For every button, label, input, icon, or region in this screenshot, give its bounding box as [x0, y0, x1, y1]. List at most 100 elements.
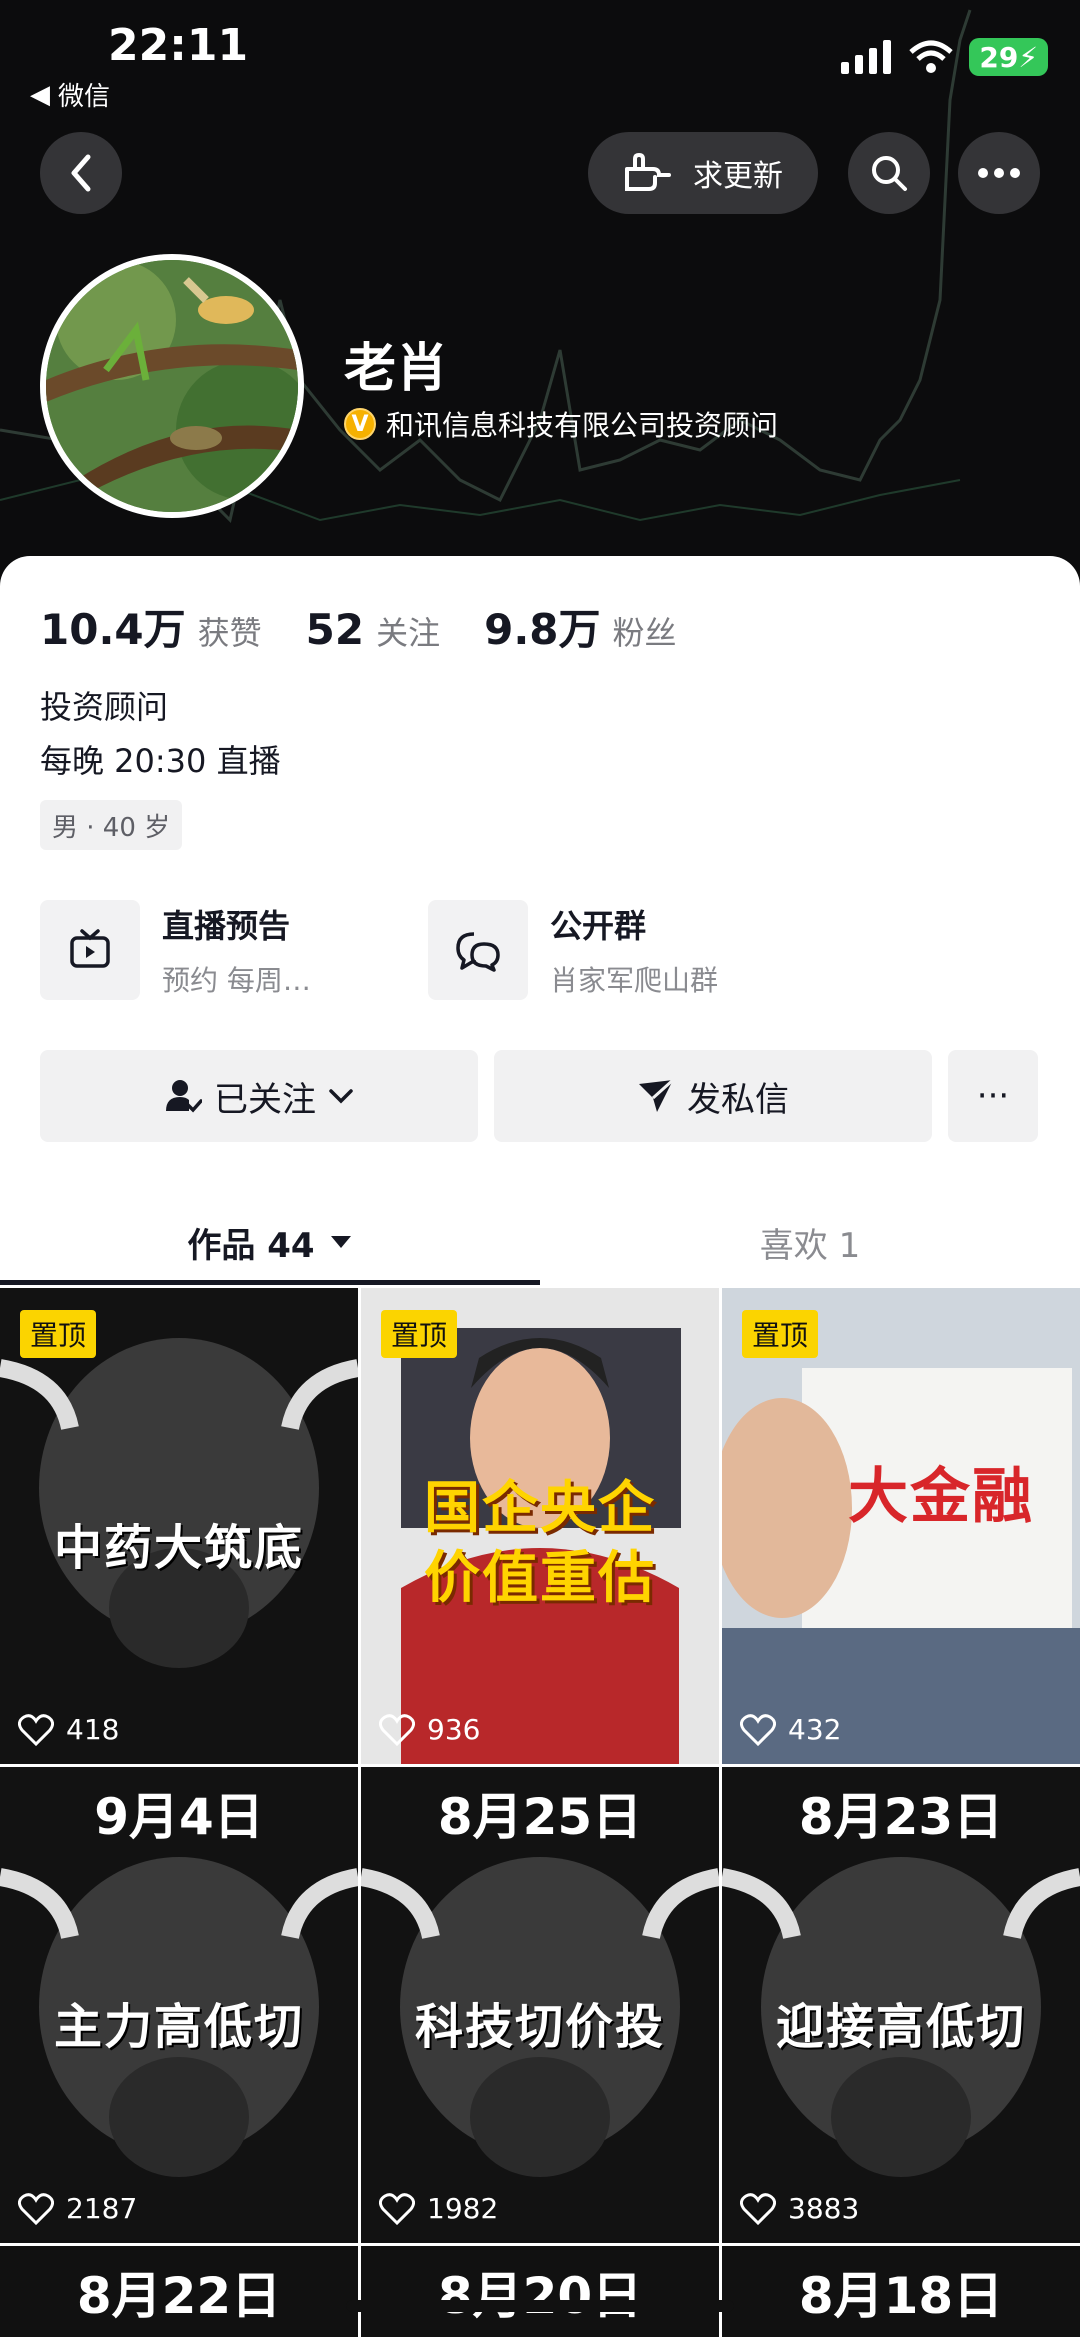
profile-header: 22:11 ◀ 微信 29 ⚡ 求更新 老肖 V 和讯信息科技有限公司投资顾问	[0, 0, 1080, 600]
stat-likes[interactable]: 10.4万 获赞	[40, 596, 262, 657]
like-count: 936	[379, 1713, 480, 1746]
avatar[interactable]	[40, 254, 304, 518]
video-date: 8月22日	[76, 2267, 282, 2325]
feature-title: 直播预告	[162, 907, 291, 945]
stat-number: 52	[305, 605, 365, 654]
active-tab-indicator	[0, 1280, 540, 1285]
video-tile[interactable]: 8月20日	[361, 2246, 719, 2337]
back-to-app[interactable]: ◀ 微信	[30, 76, 110, 113]
like-count: 2187	[18, 2192, 137, 2225]
stats-row: 10.4万 获赞 52 关注 9.8万 粉丝	[40, 596, 721, 657]
live-preview-entry[interactable]: 直播预告 预约 每周…	[40, 900, 311, 1000]
content-tabs: 作品 44 喜欢 1	[0, 1192, 1080, 1292]
battery-indicator: 29 ⚡	[969, 38, 1048, 76]
video-tile[interactable]: 8月22日	[0, 2246, 358, 2337]
video-date: 8月23日	[798, 1788, 1004, 1846]
more-actions-button[interactable]: ···	[948, 1050, 1038, 1142]
bio-line: 投资顾问	[40, 688, 169, 726]
like-count-text: 418	[66, 1713, 120, 1746]
like-count: 3883	[740, 2192, 859, 2225]
heart-icon	[379, 1713, 415, 1746]
stat-number: 10.4万	[40, 605, 186, 654]
video-tile[interactable]: 8月25日 科技切价投 1982	[361, 1767, 719, 2243]
more-dots-icon: ···	[976, 1076, 1010, 1116]
stat-followers[interactable]: 9.8万 粉丝	[484, 596, 676, 657]
send-message-label: 发私信	[687, 1079, 789, 1120]
stat-following[interactable]: 52 关注	[306, 605, 440, 654]
profile-name: 老肖	[344, 339, 449, 399]
video-caption: 大金融	[848, 1462, 1034, 1532]
back-triangle-icon: ◀	[30, 79, 50, 110]
video-caption: 中药大筑底	[53, 1520, 304, 1576]
search-icon	[872, 156, 907, 191]
chevron-left-icon	[71, 154, 91, 192]
charging-icon: ⚡	[1018, 40, 1038, 74]
caret-down-icon	[330, 1236, 351, 1248]
stat-label: 关注	[376, 614, 441, 652]
tab-works-label: 作品 44	[187, 1225, 315, 1266]
feature-subtitle: 预约 每周…	[162, 964, 311, 997]
video-tile[interactable]: 置顶 中药大筑底 418	[0, 1288, 358, 1764]
request-update-button[interactable]: 求更新	[588, 132, 818, 214]
heart-icon	[18, 1713, 54, 1746]
like-count-text: 1982	[427, 2192, 499, 2225]
request-update-label: 求更新	[693, 159, 783, 194]
paper-plane-icon	[639, 1078, 675, 1112]
chat-group-icon	[428, 900, 528, 1000]
mantis-bird-avatar-image	[46, 260, 298, 512]
tab-works[interactable]: 作品 44	[0, 1192, 540, 1292]
stat-number: 9.8万	[484, 605, 601, 654]
like-count-text: 936	[427, 1713, 481, 1746]
status-icons: 29 ⚡	[841, 38, 1048, 76]
video-tile[interactable]: 置顶 大金融 432	[722, 1288, 1080, 1764]
signal-icon	[841, 40, 892, 74]
home-indicator[interactable]	[346, 2300, 734, 2312]
tab-likes[interactable]: 喜欢 1	[540, 1192, 1080, 1292]
heart-icon	[18, 2192, 54, 2225]
gender-age-tag: 男 · 40 岁	[40, 800, 183, 850]
pointing-hand-icon	[625, 153, 671, 191]
video-caption: 主力高低切	[53, 1999, 304, 2055]
tv-icon	[40, 900, 140, 1000]
like-count: 1982	[379, 2192, 498, 2225]
video-tile[interactable]: 9月4日 主力高低切 2187	[0, 1767, 358, 2243]
video-caption: 国企央企 价值重估	[424, 1476, 656, 1611]
video-tile[interactable]: 置顶 国企央企 价值重估 936	[361, 1288, 719, 1764]
verified-badge-icon: V	[344, 408, 376, 440]
verification-row: V 和讯信息科技有限公司投资顾问	[344, 404, 778, 444]
like-count-text: 3883	[788, 2192, 860, 2225]
battery-level: 29	[979, 40, 1019, 74]
video-tile[interactable]: 8月23日 迎接高低切 3883	[722, 1767, 1080, 2243]
video-date: 8月18日	[798, 2267, 1004, 2325]
like-count: 418	[18, 1713, 119, 1746]
verification-text: 和讯信息科技有限公司投资顾问	[386, 409, 779, 442]
back-button[interactable]	[40, 132, 122, 214]
like-count-text: 2187	[66, 2192, 138, 2225]
following-button[interactable]: 已关注	[40, 1050, 478, 1142]
status-time: 22:11	[108, 20, 249, 71]
chevron-down-icon	[329, 1089, 353, 1104]
heart-icon	[740, 1713, 776, 1746]
pinned-badge: 置顶	[20, 1310, 97, 1358]
send-message-button[interactable]: 发私信	[494, 1050, 932, 1142]
search-button[interactable]	[848, 132, 930, 214]
more-dots-icon	[978, 168, 1020, 178]
video-caption: 迎接高低切	[775, 1999, 1026, 2055]
video-date: 9月4日	[94, 1788, 264, 1846]
public-group-entry[interactable]: 公开群 肖家军爬山群	[428, 900, 718, 1000]
feature-title: 公开群	[550, 907, 647, 945]
video-tile[interactable]: 8月18日	[722, 2246, 1080, 2337]
following-label: 已关注	[214, 1079, 316, 1120]
bio-line: 每晚 20:30 直播	[40, 742, 281, 780]
heart-icon	[740, 2192, 776, 2225]
like-count-text: 432	[788, 1713, 842, 1746]
stat-label: 获赞	[197, 614, 262, 652]
heart-icon	[379, 2192, 415, 2225]
back-app-label: 微信	[58, 82, 111, 112]
tab-likes-label: 喜欢 1	[759, 1225, 861, 1266]
bio: 投资顾问 每晚 20:30 直播	[40, 680, 281, 788]
action-buttons: 已关注 发私信 ···	[40, 1050, 1038, 1142]
more-button[interactable]	[958, 132, 1040, 214]
pinned-badge: 置顶	[742, 1310, 819, 1358]
stat-label: 粉丝	[612, 614, 677, 652]
